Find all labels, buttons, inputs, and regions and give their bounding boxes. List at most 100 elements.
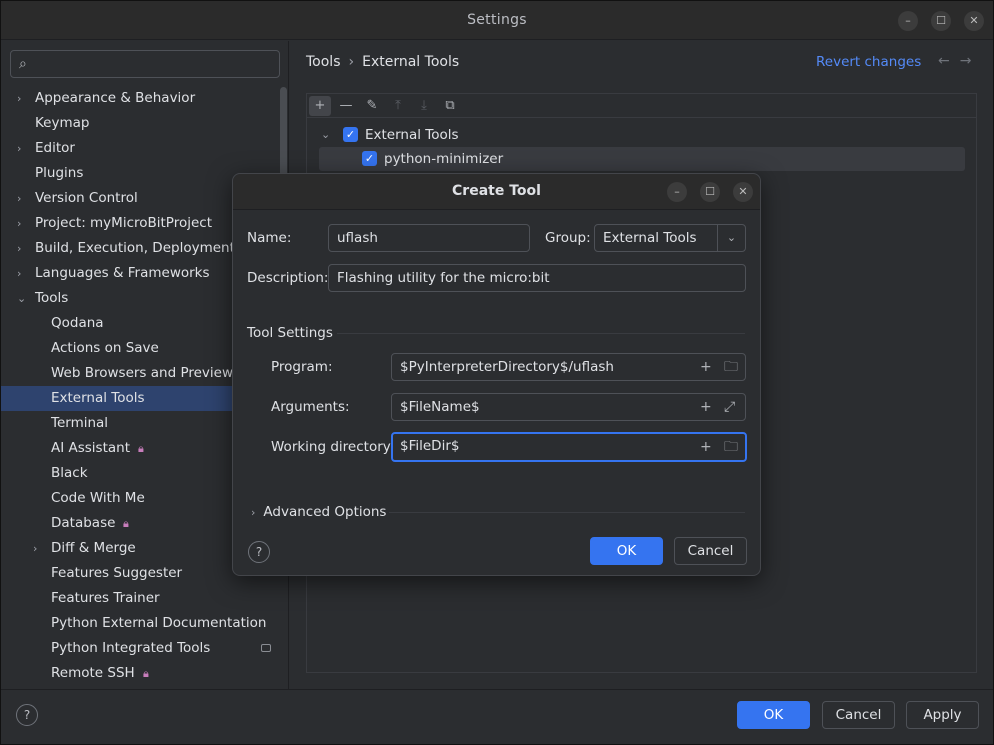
forward-arrow-icon[interactable]: → [960, 53, 982, 69]
name-field[interactable]: uflash [328, 224, 530, 252]
sidebar-item-label: Version Control [35, 190, 138, 206]
arguments-value: $FileName$ [400, 399, 480, 415]
dialog-maximize-icon[interactable]: ☐ [700, 182, 720, 202]
advanced-options-toggle[interactable]: › Advanced Options [251, 504, 386, 520]
minimize-icon[interactable]: – [898, 11, 918, 31]
dialog-ok-button[interactable]: OK [590, 537, 663, 565]
browse-folder-icon[interactable]: 🗀 [724, 354, 738, 380]
apply-button[interactable]: Apply [906, 701, 979, 729]
browse-folder-icon[interactable]: 🗀 [724, 434, 738, 460]
maximize-icon[interactable]: ☐ [931, 11, 951, 31]
dialog-close-icon[interactable]: ✕ [733, 182, 753, 202]
bottom-bar: ? OK Cancel Apply [1, 689, 993, 744]
sidebar-item-label: Terminal [51, 415, 109, 431]
remove-icon[interactable]: — [335, 96, 357, 116]
sidebar-item-label: Actions on Save [51, 340, 159, 356]
back-arrow-icon[interactable]: ← [938, 53, 960, 69]
sidebar-item-label: Keymap [35, 115, 90, 131]
chevron-right-icon[interactable]: › [17, 211, 29, 236]
group-label: External Tools [365, 127, 459, 143]
sidebar-item-label: Plugins [35, 165, 84, 181]
sidebar-item-label: Tools [35, 290, 69, 306]
cancel-button[interactable]: Cancel [822, 701, 895, 729]
chevron-right-icon: › [251, 506, 256, 519]
add-icon[interactable]: + [309, 96, 331, 116]
arguments-label: Arguments: [271, 399, 350, 415]
sidebar-item-label: Appearance & Behavior [35, 90, 196, 106]
sidebar-item-label: Languages & Frameworks [35, 265, 210, 281]
sidebar-item-label: Diff & Merge [51, 540, 136, 556]
advanced-options-label: Advanced Options [263, 504, 387, 520]
sidebar-item-label: Build, Execution, Deployment [35, 240, 235, 256]
arguments-field[interactable]: $FileName$ + ⤢ [391, 393, 746, 421]
chevron-down-icon[interactable]: ⌄ [717, 225, 745, 251]
move-down-icon[interactable]: ⤓ [413, 96, 435, 116]
dialog-minimize-icon[interactable]: – [667, 182, 687, 202]
description-label: Description: [247, 270, 329, 286]
breadcrumb: Tools › External Tools [306, 54, 459, 70]
sidebar-item-label: Database [51, 515, 116, 531]
workdir-value: $FileDir$ [400, 438, 460, 454]
close-icon[interactable]: ✕ [964, 11, 984, 31]
chevron-right-icon[interactable]: › [17, 236, 29, 261]
chevron-right-icon[interactable]: › [17, 186, 29, 211]
sidebar-item[interactable]: › Appearance & Behavior [1, 86, 288, 111]
insert-macro-icon[interactable]: + [700, 434, 712, 460]
title-bar: Settings – ☐ ✕ [1, 1, 993, 40]
window-title: Settings [467, 12, 527, 28]
sidebar-item[interactable]: Python External Documentation [1, 611, 288, 636]
create-tool-dialog: Create Tool – ☐ ✕ Name: uflash Group: Ex… [232, 173, 761, 576]
edit-icon[interactable]: ✎ [361, 96, 383, 116]
chevron-down-icon[interactable]: ⌄ [17, 286, 29, 311]
search-input[interactable]: ⌕ [10, 50, 280, 78]
sidebar-item[interactable]: Features Trainer [1, 586, 288, 611]
chevron-right-icon[interactable]: › [17, 261, 29, 286]
name-label: Name: [247, 230, 292, 246]
sidebar-item-label: Remote SSH [51, 665, 135, 681]
chevron-down-icon[interactable]: ⌄ [321, 123, 330, 147]
sidebar-item-label: Code With Me [51, 490, 145, 506]
chevron-right-icon[interactable]: › [17, 86, 29, 111]
sidebar-item-label: Web Browsers and Preview [51, 365, 233, 381]
sidebar-item[interactable]: Keymap [1, 111, 288, 136]
copy-icon[interactable]: ⧉ [439, 96, 461, 116]
description-field[interactable]: Flashing utility for the micro:bit [328, 264, 746, 292]
program-field[interactable]: $PyInterpreterDirectory$/uflash + 🗀 [391, 353, 746, 381]
sidebar-item-label: Python External Documentation [51, 615, 267, 631]
group-select[interactable]: External Tools ⌄ [594, 224, 746, 252]
sidebar-item-label: Project: myMicroBitProject [35, 215, 212, 231]
help-icon[interactable]: ? [16, 704, 38, 726]
move-up-icon[interactable]: ⤒ [387, 96, 409, 116]
breadcrumb-tools[interactable]: Tools [306, 54, 341, 70]
lock-icon: 🔒︎ [138, 442, 144, 455]
tree-row-group[interactable]: ⌄ ✓ External Tools [307, 123, 976, 147]
sidebar-item-label: Features Trainer [51, 590, 160, 606]
workdir-field[interactable]: $FileDir$ + 🗀 [391, 432, 747, 462]
group-select-value: External Tools [603, 230, 697, 246]
sidebar-item[interactable]: › Editor [1, 136, 288, 161]
chevron-right-icon: › [348, 54, 355, 70]
program-value: $PyInterpreterDirectory$/uflash [400, 359, 614, 375]
dialog-cancel-button[interactable]: Cancel [674, 537, 747, 565]
lock-icon: 🔒︎ [143, 667, 149, 680]
sidebar-item-label: External Tools [51, 390, 145, 406]
group-checkbox[interactable]: ✓ [343, 127, 358, 142]
sidebar-item[interactable]: Remote SSH 🔒︎ [1, 661, 288, 686]
tree-row-tool[interactable]: ✓ python-minimizer [319, 147, 965, 171]
tool-checkbox[interactable]: ✓ [362, 151, 377, 166]
ok-button[interactable]: OK [737, 701, 810, 729]
tool-settings-heading: Tool Settings [247, 325, 333, 341]
insert-macro-icon[interactable]: + [700, 394, 712, 420]
sidebar-item[interactable]: Python Integrated Tools [1, 636, 288, 661]
search-icon: ⌕ [19, 56, 27, 72]
chevron-right-icon[interactable]: › [33, 536, 45, 561]
chevron-right-icon[interactable]: › [17, 136, 29, 161]
insert-macro-icon[interactable]: + [700, 354, 712, 380]
project-level-icon [261, 644, 271, 652]
sidebar-item-label: Editor [35, 140, 75, 156]
tool-label: python-minimizer [384, 151, 504, 167]
revert-changes-link[interactable]: Revert changes [816, 54, 921, 70]
workdir-label: Working directory: [271, 439, 395, 455]
dialog-help-icon[interactable]: ? [248, 541, 270, 563]
expand-icon[interactable]: ⤢ [724, 394, 735, 420]
